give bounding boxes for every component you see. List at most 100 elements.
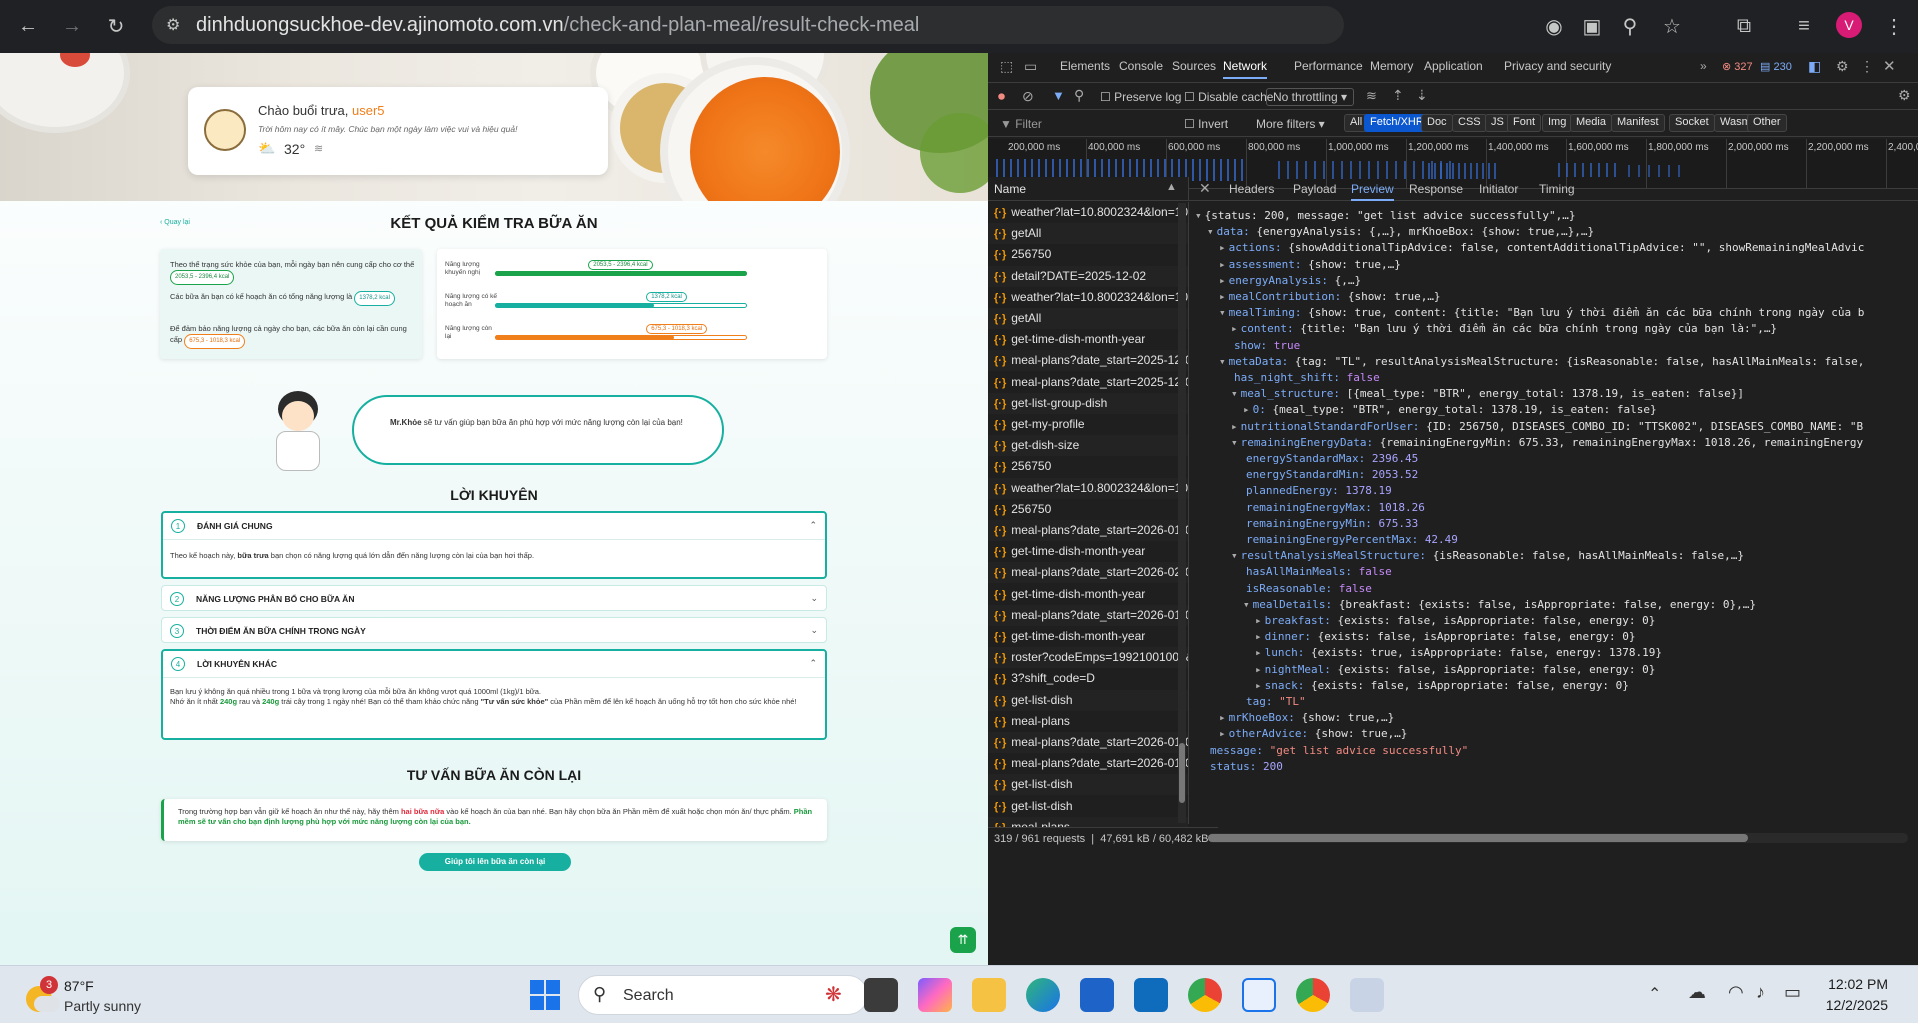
clock-time[interactable]: 12:02 PM	[1818, 976, 1888, 992]
detail-tab-headers[interactable]: Headers	[1229, 182, 1274, 196]
request-row[interactable]: {·} getAll	[988, 308, 1188, 329]
wifi-icon[interactable]: ◠	[1728, 982, 1744, 1003]
location-icon[interactable]: ◉	[1540, 12, 1568, 40]
settings-gear-icon[interactable]: ⚙	[1836, 58, 1849, 75]
inspect-icon[interactable]: ⬚	[1000, 58, 1013, 75]
clock-date[interactable]: 12/2/2025	[1818, 997, 1888, 1013]
request-row[interactable]: {·} get-time-dish-month-year	[988, 626, 1188, 647]
export-har-icon[interactable]: ⇣	[1416, 87, 1428, 104]
filter-icon[interactable]: ▼	[1052, 88, 1065, 103]
more-filters-dropdown[interactable]: More filters ▾	[1256, 117, 1325, 131]
message-count[interactable]: ▤ 230	[1760, 60, 1792, 73]
request-list-scrollbar[interactable]	[1178, 203, 1186, 823]
request-row[interactable]: {·} get-time-dish-month-year	[988, 329, 1188, 351]
accordion-meal-energy[interactable]: 2 NĂNG LƯỢNG PHÂN BỔ CHO BỮA ĂN ⌄	[161, 585, 827, 611]
request-row[interactable]: {·} getAll	[988, 223, 1188, 245]
type-filter-manifest[interactable]: Manifest	[1611, 114, 1665, 132]
json-line[interactable]: ▸ dinner: {exists: false, isAppropriate: …	[1255, 629, 1636, 645]
scroll-top-icon[interactable]: ⇈	[950, 927, 976, 953]
device-toolbar-icon[interactable]: ▭	[1024, 58, 1037, 75]
paint-icon[interactable]	[1350, 978, 1384, 1012]
cloud-off-icon[interactable]: ☁	[1688, 982, 1706, 1003]
search-icon[interactable]: ⚲	[1074, 87, 1084, 104]
url-text[interactable]: dinhduongsuckhoe-dev.ajinomoto.com.vn/ch…	[196, 14, 919, 37]
outlook-icon[interactable]	[1134, 978, 1168, 1012]
request-row[interactable]: {·} get-list-dish	[988, 689, 1188, 711]
forward-icon[interactable]: →	[58, 12, 86, 40]
request-row[interactable]: {·} meal-plans?date_start=2026-02-01&...	[988, 562, 1188, 584]
battery-icon[interactable]: ▭	[1784, 982, 1801, 1003]
media-icon[interactable]: ≡	[1790, 12, 1818, 40]
json-line[interactable]: ▸ mrKhoeBox: {show: true,…}	[1219, 710, 1394, 726]
show-hidden-icons[interactable]: ⌃	[1648, 984, 1661, 1004]
request-row[interactable]: {·} meal-plans?date_start=2026-01-01&...	[988, 520, 1188, 541]
request-row[interactable]: {·} 256750	[988, 498, 1188, 520]
volume-icon[interactable]: ♪	[1756, 982, 1765, 1003]
type-filter-fetchxhr[interactable]: Fetch/XHR	[1364, 114, 1430, 132]
menu-icon[interactable]: ⋮	[1880, 12, 1908, 40]
filter-input[interactable]: ▼ Filter	[1000, 117, 1042, 131]
chevron-down-icon[interactable]: ⌄	[810, 625, 818, 636]
back-icon[interactable]: ←	[14, 12, 42, 40]
task-view-icon[interactable]	[864, 978, 898, 1012]
network-settings-icon[interactable]: ⚙	[1898, 87, 1911, 104]
request-row[interactable]: {·} get-my-profile	[988, 414, 1188, 435]
profile-avatar[interactable]: V	[1836, 12, 1862, 38]
json-line[interactable]: ▾ metaData: {tag: "TL", resultAnalysisMea…	[1219, 354, 1864, 370]
devtools-tab-console[interactable]: Console	[1119, 59, 1163, 73]
chevron-up-icon[interactable]: ⌃	[809, 658, 817, 669]
json-line[interactable]: ▸ energyAnalysis: {,…}	[1219, 273, 1361, 289]
ai-assistance-icon[interactable]: ◧	[1808, 58, 1821, 75]
preview-hscrollbar[interactable]	[1208, 833, 1908, 843]
request-row[interactable]: {·} roster?codeEmps=19921001008&dat...	[988, 647, 1188, 669]
devtools-tab-application[interactable]: Application	[1424, 59, 1483, 73]
request-row[interactable]: {·} weather?lat=10.8002324&lon=106.6...	[988, 477, 1188, 499]
disable-cache-checkbox[interactable]: ☐ Disable cache	[1184, 90, 1273, 104]
json-line[interactable]: ▸ assessment: {show: true,…}	[1219, 257, 1401, 273]
install-app-icon[interactable]: ▣	[1578, 12, 1606, 40]
site-info-icon[interactable]: ⚙	[166, 15, 180, 35]
devtools-tab-elements[interactable]: Elements	[1060, 59, 1110, 73]
devtools-tab-sources[interactable]: Sources	[1172, 59, 1216, 73]
detail-tab-initiator[interactable]: Initiator	[1479, 182, 1518, 196]
request-row[interactable]: {·} get-dish-size	[988, 435, 1188, 457]
type-filter-img[interactable]: Img	[1542, 114, 1573, 132]
request-row[interactable]: {·} 3?shift_code=D	[988, 668, 1188, 690]
extensions-icon[interactable]: ⧉	[1730, 12, 1758, 40]
devtools-tab-network[interactable]: Network	[1223, 59, 1268, 79]
kebab-menu-icon[interactable]: ⋮	[1860, 58, 1874, 75]
request-row[interactable]: {·} meal-plans?date_start=2026-01-01&...	[988, 732, 1188, 753]
zoom-icon[interactable]: ⚲	[1616, 12, 1644, 40]
error-count[interactable]: ⊗ 327	[1722, 60, 1753, 73]
bookmark-star-icon[interactable]: ☆	[1658, 12, 1686, 40]
type-filter-font[interactable]: Font	[1507, 114, 1542, 132]
json-line[interactable]: ▾ meal_structure: [{meal_type: "BTR", ene…	[1231, 386, 1744, 402]
request-row[interactable]: {·}meal-plans	[988, 816, 1188, 827]
chevron-down-icon[interactable]: ⌄	[810, 593, 818, 604]
weather-temp[interactable]: 87°F	[64, 978, 94, 994]
request-row[interactable]: {·} 256750	[988, 456, 1188, 478]
record-stop-icon[interactable]: ⏺	[998, 88, 1005, 105]
request-row[interactable]: {·} weather?lat=10.8002324&lon=106.6...	[988, 202, 1188, 223]
sort-arrow-icon[interactable]: ▲	[1166, 181, 1177, 193]
json-line[interactable]: ▸ actions: {showAdditionalTipAdvice: fals…	[1219, 240, 1864, 256]
accordion-other-advice[interactable]: 4 LỜI KHUYÊN KHÁC ⌃ Bạn lưu ý không ăn q…	[161, 649, 827, 740]
taskbar-search[interactable]: ⚲ Search ❋	[578, 975, 868, 1015]
json-line[interactable]: ▾ data: {energyAnalysis: {,…}, mrKhoeBox:…	[1207, 224, 1594, 240]
request-row[interactable]: {·}meal-plans	[988, 710, 1188, 732]
detail-tab-payload[interactable]: Payload	[1293, 182, 1336, 196]
file-explorer-icon[interactable]	[972, 978, 1006, 1012]
request-row[interactable]: {·} weather?lat=10.8002324&lon=106.6...	[988, 286, 1188, 308]
devtools-tab-privacy-and-security[interactable]: Privacy and security	[1504, 59, 1611, 73]
json-line[interactable]: ▸ nightMeal: {exists: false, isAppropriat…	[1255, 662, 1655, 678]
edge-icon[interactable]	[1026, 978, 1060, 1012]
address-bar[interactable]: ⚙ dinhduongsuckhoe-dev.ajinomoto.com.vn/…	[152, 6, 1344, 44]
type-filter-doc[interactable]: Doc	[1421, 114, 1453, 132]
json-line[interactable]: ▾ remainingEnergyData: {remainingEnergyMi…	[1231, 435, 1863, 451]
request-row[interactable]: {·} get-time-dish-month-year	[988, 583, 1188, 605]
snipping-tool-icon[interactable]	[1242, 978, 1276, 1012]
request-row[interactable]: {·} get-list-dish	[988, 795, 1188, 817]
request-row[interactable]: {·} get-time-dish-month-year	[988, 541, 1188, 563]
json-line[interactable]: ▸ snack: {exists: false, isAppropriate: f…	[1255, 678, 1629, 694]
chevron-up-icon[interactable]: ⌃	[809, 520, 817, 531]
